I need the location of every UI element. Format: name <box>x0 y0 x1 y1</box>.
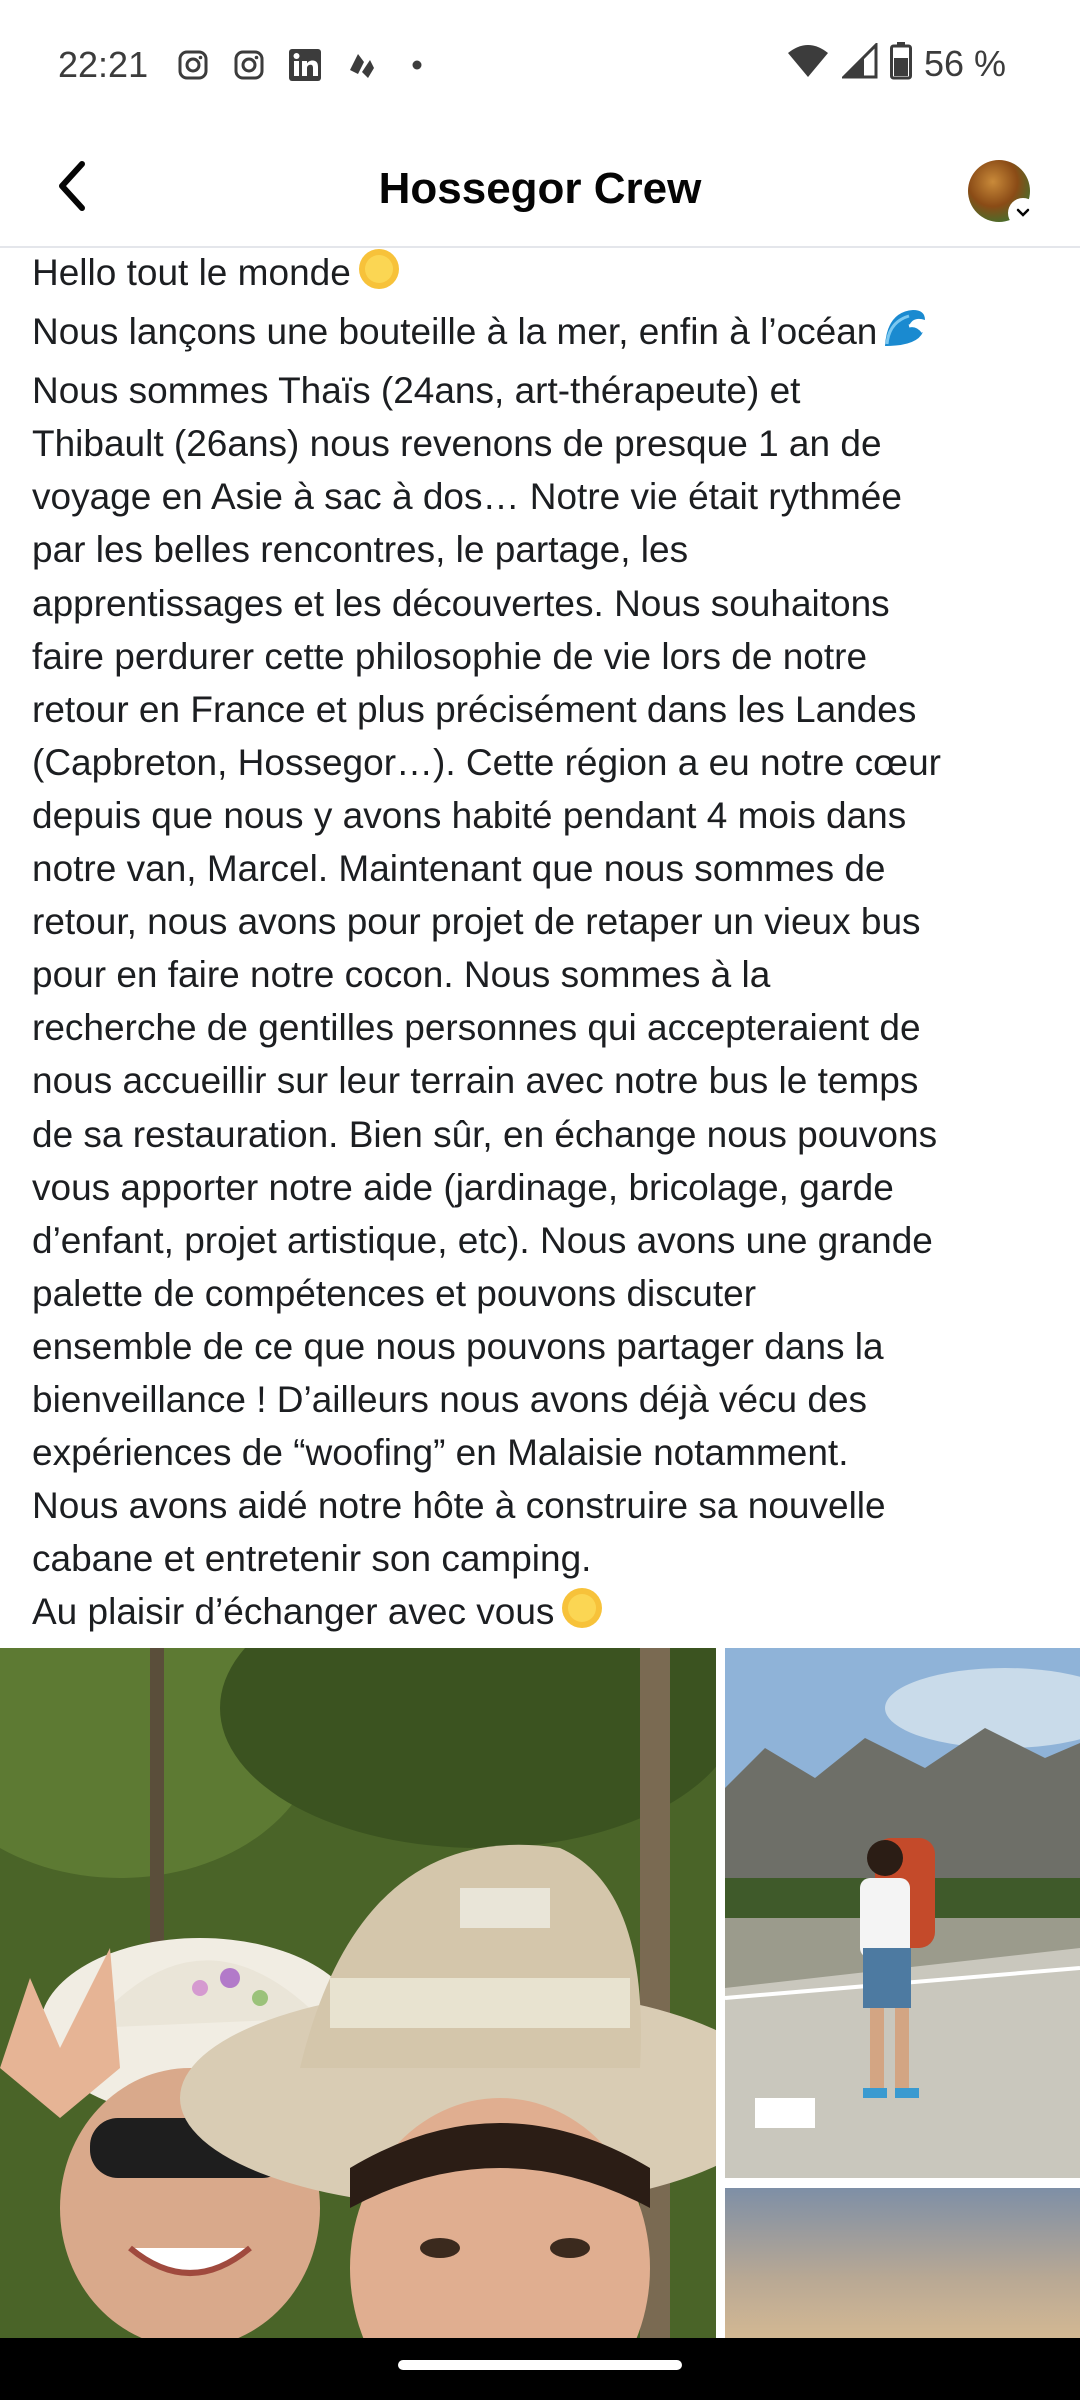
post-line: vous apporter notre aide (jardinage, bri… <box>32 1166 894 1208</box>
post-line: bienveillance ! D’ailleurs nous avons dé… <box>32 1378 868 1420</box>
hiker-photo[interactable] <box>725 1648 1080 2178</box>
wifi-icon <box>786 43 830 84</box>
home-indicator[interactable] <box>398 2360 682 2370</box>
post-line: cabane et entretenir son camping. <box>32 1538 592 1580</box>
instagram-icon <box>230 46 268 84</box>
post-text: Hello tout le monde Nous lançons une bou… <box>32 246 1062 1644</box>
post-line: Thibault (26ans) nous revenons de presqu… <box>32 423 882 465</box>
post-line: d’enfant, projet artistique, etc). Nous … <box>32 1219 933 1261</box>
battery-icon <box>889 42 912 85</box>
post-line: Nous lançons une bouteille à la mer, enf… <box>32 305 1062 364</box>
app-header: Hossegor Crew <box>0 130 1080 248</box>
post-line: recherche de gentilles personnes qui acc… <box>32 1007 921 1049</box>
battery-percent: 56 % <box>923 42 1006 84</box>
wave-emoji-icon <box>883 306 927 364</box>
post-line: palette de compétences et pouvons discut… <box>32 1272 757 1314</box>
post-line: apprentissages et les découvertes. Nous … <box>32 582 890 624</box>
post-line: expériences de “woofing” en Malaisie not… <box>32 1432 849 1474</box>
post-line: Hello tout le monde <box>32 246 1062 305</box>
post-line: depuis que nous y avons habité pendant 4… <box>32 794 907 836</box>
post-line: par les belles rencontres, le partage, l… <box>32 529 689 571</box>
post-line: Au plaisir d’échanger avec vous <box>32 1585 1062 1644</box>
post-line: retour en France et plus précisément dan… <box>32 688 917 730</box>
sun-emoji-icon <box>357 247 401 305</box>
post-line: pour en faire notre cocon. Nous sommes à… <box>32 954 771 996</box>
post-line: (Capbreton, Hossegor…). Cette région a e… <box>32 741 941 783</box>
post-line: retour, nous avons pour projet de retape… <box>32 901 921 943</box>
app-icon <box>342 46 380 84</box>
post-line: nous accueillir sur leur terrain avec no… <box>32 1060 919 1102</box>
post-line: de sa restauration. Bien sûr, en échange… <box>32 1113 938 1155</box>
chevron-down-icon[interactable] <box>1010 200 1036 226</box>
notification-icons <box>174 46 436 84</box>
system-nav-bar <box>0 2338 1080 2400</box>
status-time: 22:21 <box>58 44 149 85</box>
signal-icon <box>840 41 878 84</box>
post-line: Nous sommes Thaïs (24ans, art-thérapeute… <box>32 370 801 412</box>
instagram-icon <box>174 46 212 84</box>
status-bar: 22:21 56 % <box>0 0 1080 130</box>
post-line: notre van, Marcel. Maintenant que nous s… <box>32 848 886 890</box>
page-title: Hossegor Crew <box>378 164 702 213</box>
linkedin-icon <box>286 46 324 84</box>
post-line: voyage en Asie à sac à dos… Notre vie ét… <box>32 476 902 518</box>
post-line: Nous avons aidé notre hôte à construire … <box>32 1485 886 1527</box>
post-line: ensemble de ce que nous pouvons partager… <box>32 1325 884 1367</box>
sky-photo[interactable] <box>725 2188 1080 2338</box>
more-dot-icon <box>398 46 436 84</box>
sun-emoji-icon <box>560 1586 604 1644</box>
status-right: 56 % <box>786 41 1006 85</box>
post-line: faire perdurer cette philosophie de vie … <box>32 635 868 677</box>
selfie-photo[interactable] <box>0 1648 716 2338</box>
